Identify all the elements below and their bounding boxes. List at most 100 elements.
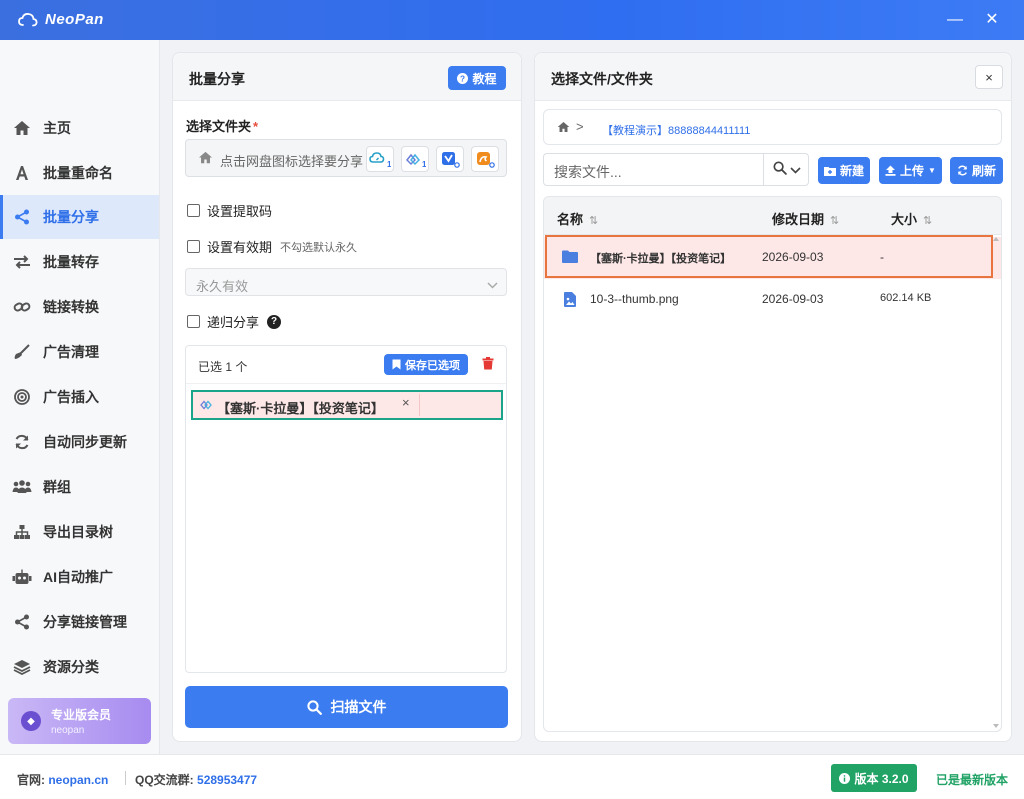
- sidebar-item-label: 批量分享: [43, 209, 99, 225]
- sidebar-item-auto-sync[interactable]: 自动同步更新: [0, 420, 159, 464]
- question-circle-icon: ?: [457, 72, 469, 84]
- sidebar-item-label: 分享链接管理: [43, 614, 127, 630]
- expire-select: 永久有效: [185, 268, 507, 296]
- sidebar-item-label: 主页: [43, 120, 71, 136]
- file-size: 602.14 KB: [880, 292, 932, 304]
- sidebar-item-batch-share[interactable]: 批量分享: [0, 195, 159, 239]
- sidebar-item-groups[interactable]: 群组: [0, 465, 159, 509]
- save-selected-button[interactable]: 保存已选项: [384, 354, 468, 375]
- link-icon: [11, 298, 33, 316]
- new-folder-button[interactable]: 新建: [818, 157, 870, 184]
- divider: [125, 771, 126, 785]
- breadcrumb-separator: >: [576, 119, 584, 134]
- xunlei-icon: [442, 152, 460, 168]
- sidebar-item-label: 批量转存: [43, 254, 99, 270]
- sidebar-item-link-convert[interactable]: 链接转换: [0, 285, 159, 329]
- panel-header: 选择文件/文件夹 ×: [535, 53, 1011, 101]
- panel-title: 选择文件/文件夹: [551, 71, 653, 87]
- table-header: 名称 ⇅ 修改日期 ⇅ 大小 ⇅: [544, 197, 1001, 235]
- upload-button[interactable]: 上传 ▼: [879, 157, 942, 184]
- scroll-down-icon[interactable]: [993, 724, 999, 728]
- folder-placeholder: 点击网盘图标选择要分享: [220, 154, 364, 169]
- caret-down-icon: ▼: [928, 166, 936, 175]
- checkbox[interactable]: [187, 204, 200, 217]
- sidebar-item-batch-rename[interactable]: 批量重命名: [0, 151, 159, 195]
- transfer-icon: [11, 253, 33, 271]
- sidebar-item-export-tree[interactable]: 导出目录树: [0, 510, 159, 554]
- version-badge[interactable]: 版本 3.2.0: [831, 764, 917, 792]
- title-bar: NeoPan — ✕: [0, 0, 1024, 40]
- sitemap-icon: [11, 523, 33, 541]
- recursive-share-checkbox[interactable]: 递归分享 ?: [187, 312, 282, 331]
- chevron-down-icon: [487, 277, 498, 292]
- column-name[interactable]: 名称 ⇅: [557, 209, 598, 228]
- uc-netdisk-button[interactable]: [471, 146, 499, 172]
- checkbox[interactable]: [187, 315, 200, 328]
- row-highlight-outline: [545, 235, 993, 278]
- chevron-down-icon: [789, 162, 801, 177]
- column-size[interactable]: 大小 ⇅: [891, 209, 932, 228]
- sidebar-item-resource-category[interactable]: 资源分类: [0, 645, 159, 689]
- refresh-button[interactable]: 刷新: [950, 157, 1003, 184]
- svg-text:?: ?: [460, 74, 465, 83]
- sidebar-item-ai-promo[interactable]: AI自动推广: [0, 555, 159, 599]
- layers-icon: [11, 658, 33, 676]
- svg-text:1: 1: [422, 160, 426, 168]
- expire-hint: 不勾选默认永久: [280, 241, 358, 254]
- tutorial-button[interactable]: ? 教程: [448, 66, 506, 90]
- sidebar-item-share-link-manage[interactable]: 分享链接管理: [0, 600, 159, 644]
- sidebar-item-label: 广告插入: [43, 389, 99, 405]
- sidebar-item-ad-insert[interactable]: 广告插入: [0, 375, 159, 419]
- selected-count: 已选 1 个: [198, 360, 248, 374]
- robot-icon: [11, 568, 33, 586]
- status-bar: 官网: neopan.cn QQ交流群: 528953477 版本 3.2.0 …: [0, 754, 1024, 799]
- svg-text:1: 1: [387, 160, 391, 168]
- cloud-logo-icon: [18, 13, 38, 27]
- file-picker-panel: 选择文件/文件夹 × > 【教程演示】88888844411111 搜索文件..…: [534, 52, 1012, 742]
- broom-icon: [11, 343, 33, 361]
- folder-plus-icon: [823, 166, 836, 176]
- home-icon[interactable]: [557, 121, 570, 136]
- panel-header: 批量分享 ? 教程: [173, 53, 521, 101]
- version-status: 已是最新版本: [936, 773, 1009, 787]
- vip-card[interactable]: ◆ 专业版会员 neopan: [8, 698, 151, 744]
- sync-icon: [957, 165, 968, 176]
- help-icon[interactable]: ?: [267, 314, 282, 329]
- minimize-button[interactable]: —: [943, 8, 967, 32]
- selected-item-name: 【塞斯·卡拉曼】【投资笔记】: [217, 401, 384, 416]
- sidebar-item-ad-clean[interactable]: 广告清理: [0, 330, 159, 374]
- close-panel-button[interactable]: ×: [975, 65, 1003, 89]
- ali-cloud-icon: 1: [405, 153, 426, 168]
- extract-code-checkbox[interactable]: 设置提取码: [187, 201, 272, 220]
- sidebar-item-label: 导出目录树: [43, 524, 113, 540]
- folder-select-input[interactable]: 点击网盘图标选择要分享 1 1: [185, 139, 507, 177]
- ali-netdisk-button[interactable]: 1: [401, 146, 429, 172]
- sort-icon: ⇅: [589, 215, 599, 227]
- table-row[interactable]: 10-3--thumb.png 2026-09-03 602.14 KB: [544, 279, 1001, 321]
- scroll-up-icon[interactable]: [993, 237, 999, 241]
- website-link[interactable]: neopan.cn: [48, 773, 108, 787]
- scrollbar[interactable]: [991, 235, 1000, 730]
- expire-checkbox[interactable]: 设置有效期 不勾选默认永久: [187, 237, 357, 256]
- app-title: NeoPan: [45, 11, 104, 28]
- sidebar-item-label: 链接转换: [43, 299, 99, 315]
- checkbox[interactable]: [187, 240, 200, 253]
- search-input[interactable]: 搜索文件...: [554, 162, 622, 182]
- xunlei-netdisk-button[interactable]: [436, 146, 464, 172]
- baidu-netdisk-button[interactable]: 1: [366, 146, 394, 172]
- close-window-button[interactable]: ✕: [980, 8, 1004, 32]
- file-name: 10-3--thumb.png: [590, 292, 679, 306]
- remove-item-button[interactable]: ×: [402, 395, 410, 410]
- search-button[interactable]: [764, 154, 809, 185]
- sidebar-item-home[interactable]: 主页: [0, 106, 159, 150]
- trash-icon[interactable]: [482, 357, 494, 373]
- breadcrumb-item[interactable]: 【教程演示】88888844411111: [602, 122, 750, 138]
- scan-files-button[interactable]: 扫描文件: [185, 686, 508, 728]
- sidebar-item-batch-transfer[interactable]: 批量转存: [0, 240, 159, 284]
- breadcrumb: > 【教程演示】88888844411111: [543, 109, 1002, 145]
- sidebar-item-label: AI自动推广: [43, 569, 113, 585]
- qq-group-link[interactable]: 528953477: [197, 773, 257, 787]
- users-icon: [11, 478, 33, 496]
- search-box: 搜索文件...: [543, 153, 809, 186]
- column-modified[interactable]: 修改日期 ⇅: [772, 209, 839, 228]
